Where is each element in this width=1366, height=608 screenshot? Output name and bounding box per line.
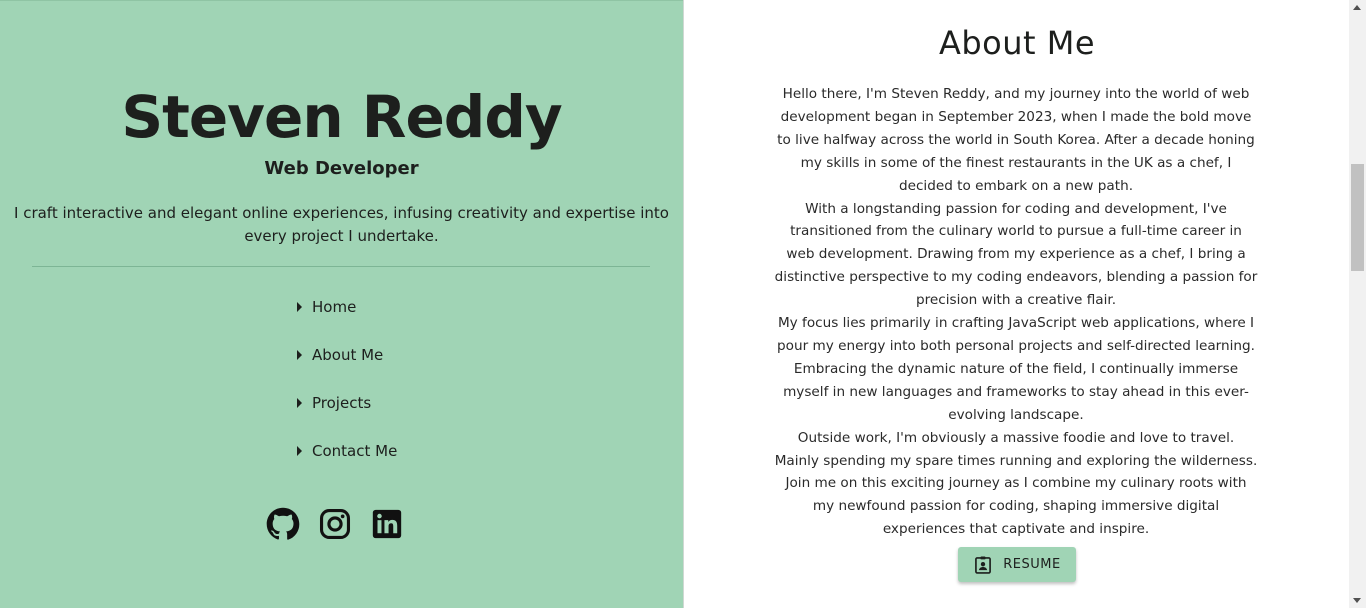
- about-text: Hello there, I'm Steven Reddy, and my jo…: [774, 83, 1258, 541]
- scrollbar[interactable]: [1349, 0, 1366, 608]
- nav-item-label: Home: [312, 298, 357, 316]
- nav-item-label: About Me: [312, 346, 384, 364]
- about-paragraph: With a longstanding passion for coding a…: [774, 200, 1258, 309]
- nav-item-projects[interactable]: Projects: [297, 389, 397, 417]
- nav-item-about[interactable]: About Me: [297, 341, 397, 369]
- scroll-thumb[interactable]: [1351, 164, 1364, 271]
- resume-icon: [975, 556, 992, 574]
- caret-right-icon: [297, 446, 302, 456]
- main-nav: Home About Me Projects Contact Me: [297, 293, 397, 485]
- about-paragraph: Join me on this exciting journey as I co…: [785, 475, 1247, 538]
- nav-item-home[interactable]: Home: [297, 293, 397, 321]
- scroll-down-arrow-icon[interactable]: [1353, 598, 1361, 603]
- about-title: About Me: [938, 24, 1096, 62]
- github-icon[interactable]: [266, 507, 300, 541]
- nav-item-contact[interactable]: Contact Me: [297, 437, 397, 465]
- profile-tagline: I craft interactive and elegant online e…: [14, 204, 669, 245]
- resume-button[interactable]: RESUME: [958, 547, 1076, 582]
- profile-name: Steven Reddy: [121, 83, 562, 151]
- divider: [32, 266, 650, 267]
- nav-item-label: Projects: [312, 394, 372, 412]
- linkedin-icon[interactable]: [370, 507, 404, 541]
- scroll-up-arrow-icon[interactable]: [1353, 5, 1361, 10]
- about-paragraph: Outside work, I'm obviously a massive fo…: [774, 429, 1258, 469]
- caret-right-icon: [297, 302, 302, 312]
- about-section: About Me Hello there, I'm Steven Reddy, …: [683, 0, 1349, 608]
- instagram-icon[interactable]: [318, 507, 352, 541]
- nav-item-label: Contact Me: [312, 442, 398, 460]
- profile-role: Web Developer: [264, 158, 419, 179]
- caret-right-icon: [297, 350, 302, 360]
- caret-right-icon: [297, 398, 302, 408]
- resume-label: RESUME: [1003, 557, 1061, 572]
- about-paragraph: Hello there, I'm Steven Reddy, and my jo…: [777, 86, 1255, 194]
- profile-panel: Steven Reddy Web Developer I craft inter…: [0, 0, 683, 608]
- about-paragraph: My focus lies primarily in crafting Java…: [777, 315, 1255, 423]
- social-links: [266, 507, 404, 541]
